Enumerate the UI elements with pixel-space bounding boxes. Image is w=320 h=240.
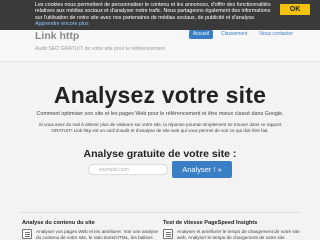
site-tagline: Audit SEO GRATUIT de votre site pour le … [35, 46, 165, 52]
nav-item-contact[interactable]: Nous contacter [255, 30, 297, 39]
cookie-ok-button[interactable]: OK [280, 4, 310, 15]
feature-pagespeed: Test de vitesse PageSpeed Insights Analy… [163, 220, 303, 240]
feature-content-analysis: Analyse du contenu du site Analyser vos … [22, 220, 162, 240]
cookie-message: Les cookies nous permettent de personnal… [35, 2, 271, 21]
url-input[interactable] [88, 164, 168, 175]
nav-item-accueil[interactable]: Accueil [188, 30, 213, 39]
feature-title: Test de vitesse PageSpeed Insights [163, 220, 258, 226]
document-icon [22, 229, 32, 239]
feature-body: Analyser vos pages Web et les améliorer.… [22, 229, 162, 240]
main-nav: Accueil Classement Nous contacter [188, 30, 297, 39]
document-icon [163, 229, 173, 239]
site-logo[interactable]: Link http [35, 30, 79, 42]
cookie-learn-more-link[interactable]: Apprendre encore plus [35, 21, 89, 27]
page: Les cookies nous permettent de personnal… [0, 0, 320, 240]
hero-title: Analysez votre site [53, 82, 267, 108]
site-header: Link http Audit SEO GRATUIT de votre sit… [0, 30, 320, 62]
section-divider [20, 212, 300, 213]
feature-title: Analyse du contenu du site [22, 220, 95, 226]
analyse-form-title: Analyse gratuite de votre site : [83, 148, 237, 160]
cookie-banner: Les cookies nous permettent de personnal… [0, 0, 320, 30]
feature-text: Analyser vos pages Web et les améliorer.… [36, 229, 159, 240]
analyse-button[interactable]: Analyser ! » [172, 161, 232, 178]
feature-body: Analyser et améliorer le temps de charge… [163, 229, 303, 240]
feature-text: Analyser et améliorer le temps de charge… [177, 229, 300, 240]
nav-item-classement[interactable]: Classement [217, 30, 251, 39]
cookie-text-block: Les cookies nous permettent de personnal… [35, 2, 275, 28]
hero-description: Si vous avez du mal à obtenir plus de vi… [38, 122, 282, 133]
hero-subtitle: Comment optimiser son site et les pages … [36, 111, 284, 117]
